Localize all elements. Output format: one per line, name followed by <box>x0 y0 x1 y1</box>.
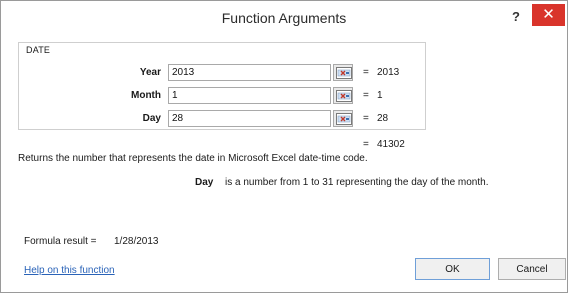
year-input[interactable] <box>168 64 331 81</box>
range-selector-icon <box>336 113 352 125</box>
function-description: Returns the number that represents the d… <box>18 153 368 164</box>
range-selector-icon <box>336 67 352 79</box>
day-label: Day <box>142 113 161 124</box>
range-selector-icon <box>336 90 352 102</box>
ok-button[interactable]: OK <box>415 258 490 280</box>
year-label: Year <box>139 67 161 78</box>
month-input[interactable] <box>168 87 331 104</box>
day-input[interactable] <box>168 110 331 127</box>
year-ref-button[interactable] <box>333 64 353 81</box>
day-equals: = <box>363 113 369 124</box>
cancel-button[interactable]: Cancel <box>498 258 566 280</box>
month-label: Month <box>131 90 161 101</box>
day-result: 28 <box>377 113 389 124</box>
argument-help-text: is a number from 1 to 31 representing th… <box>225 177 489 188</box>
function-name-label: DATE <box>26 45 51 55</box>
close-button[interactable]: ✕ <box>532 4 565 26</box>
total-equals: = <box>363 139 369 150</box>
help-on-function-link[interactable]: Help on this function <box>24 265 115 276</box>
close-icon: ✕ <box>542 6 555 23</box>
help-button[interactable]: ? <box>512 9 520 24</box>
month-ref-button[interactable] <box>333 87 353 104</box>
argument-help-name: Day <box>195 177 214 188</box>
year-equals: = <box>363 67 369 78</box>
month-result: 1 <box>377 90 383 101</box>
title-bar[interactable]: Function Arguments ? ✕ <box>1 1 567 37</box>
month-equals: = <box>363 90 369 101</box>
formula-result-label: Formula result = <box>24 236 97 247</box>
total-result: 41302 <box>377 139 405 150</box>
day-ref-button[interactable] <box>333 110 353 127</box>
year-result: 2013 <box>377 67 400 78</box>
function-arguments-dialog: Function Arguments ? ✕ DATE Year = 2013 … <box>0 0 568 293</box>
formula-result-value: 1/28/2013 <box>114 236 159 247</box>
dialog-title: Function Arguments <box>221 10 347 26</box>
